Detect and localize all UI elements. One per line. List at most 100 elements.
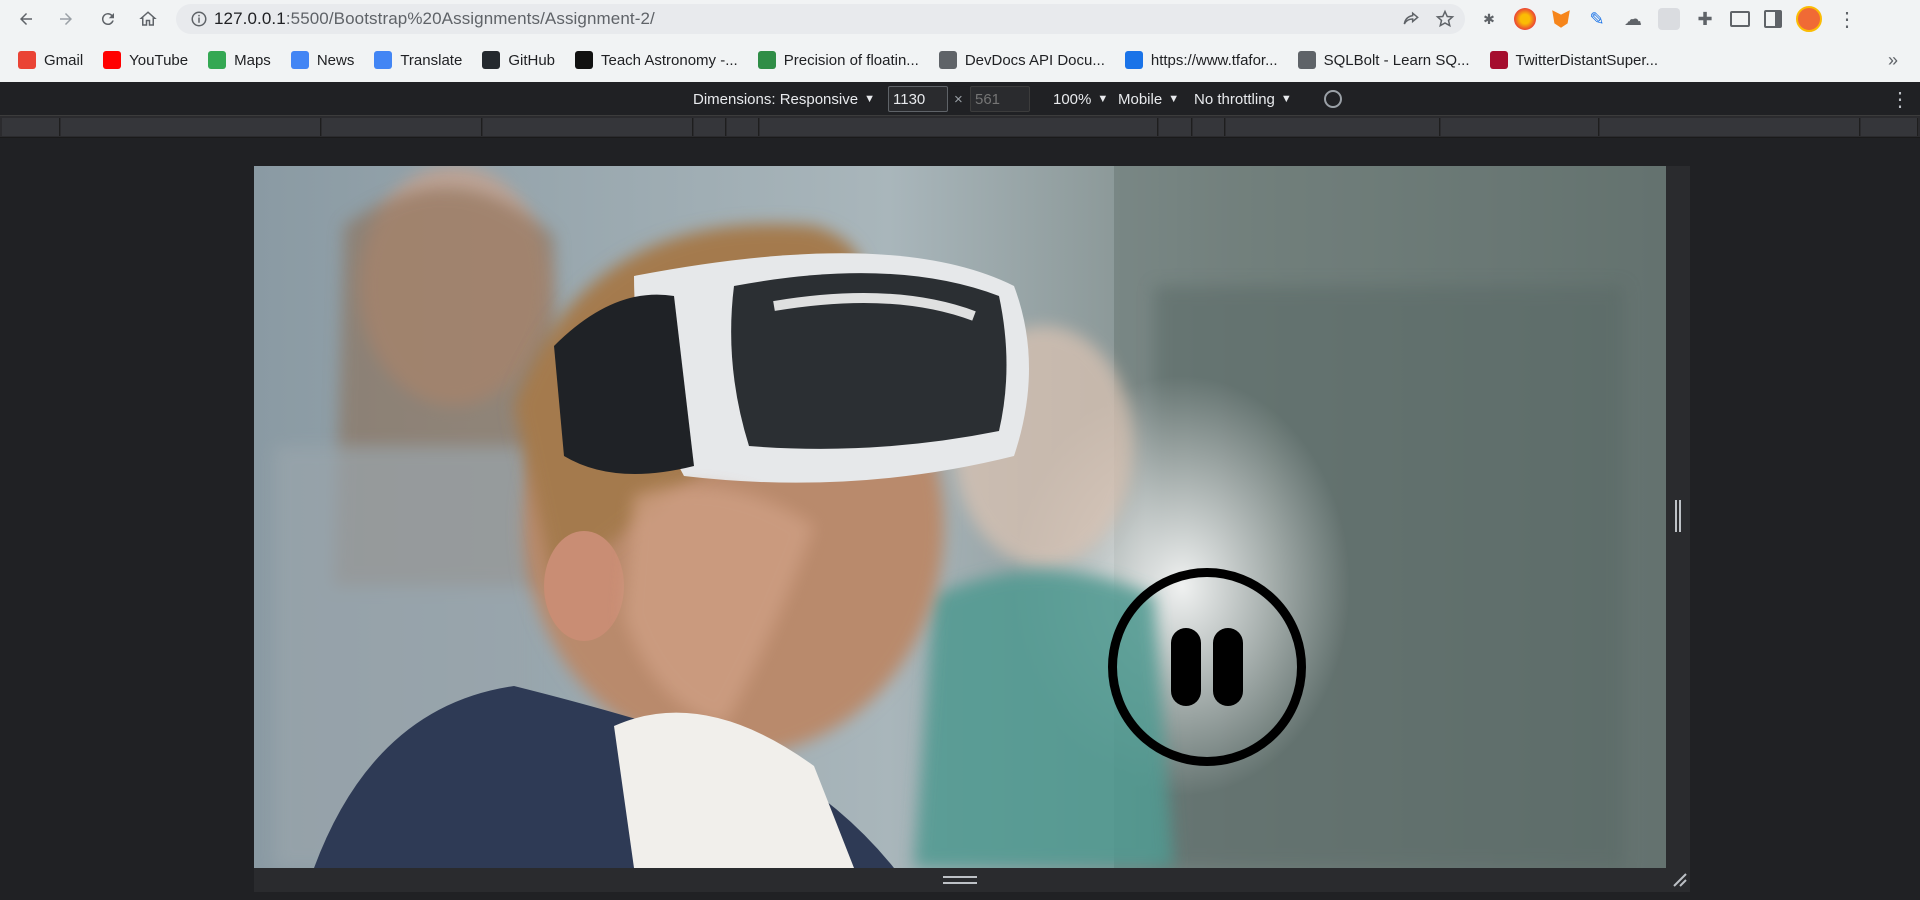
bookmark-item[interactable]: SQLBolt - Learn SQ... xyxy=(1297,51,1470,69)
colorful-extension-icon[interactable] xyxy=(1514,8,1536,30)
bookmark-label: SQLBolt - Learn SQ... xyxy=(1323,51,1470,69)
geeksforgeeks-icon xyxy=(757,51,776,69)
devdocs-icon xyxy=(938,51,957,69)
profile-avatar[interactable] xyxy=(1796,6,1822,32)
bookmark-item[interactable]: Teach Astronomy -... xyxy=(575,51,738,69)
youtube-icon xyxy=(103,51,122,69)
ruler-segment[interactable] xyxy=(760,118,1158,136)
ruler-segment[interactable] xyxy=(483,118,693,136)
puzzle-extensions-icon[interactable]: ✚ xyxy=(1694,8,1716,30)
bookmarks-overflow-icon[interactable]: » xyxy=(1888,50,1898,71)
rotate-button[interactable] xyxy=(1324,82,1342,116)
metamask-icon[interactable] xyxy=(1552,10,1570,28)
home-icon xyxy=(139,11,157,26)
bookmark-item[interactable]: DevDocs API Docu... xyxy=(938,51,1105,69)
pause-icon-bar-left xyxy=(1171,628,1201,706)
media-query-ruler xyxy=(0,116,1920,138)
bookmark-label: Translate xyxy=(400,51,463,69)
width-input[interactable] xyxy=(888,86,948,112)
url-host: 127.0.0.1 xyxy=(214,9,286,28)
chrome-menu-icon[interactable]: ⋮ xyxy=(1836,8,1858,31)
github-icon xyxy=(482,51,501,69)
share-icon[interactable] xyxy=(1401,9,1421,29)
maps-icon xyxy=(208,51,227,69)
pen-extension-icon[interactable]: ✎ xyxy=(1586,8,1608,30)
bookmark-item[interactable]: Translate xyxy=(374,51,462,69)
caret-down-icon: ▼ xyxy=(864,93,875,105)
bug-extension-icon[interactable]: ✱ xyxy=(1478,8,1500,30)
bookmark-item[interactable]: GitHub xyxy=(482,51,555,69)
times-symbol: × xyxy=(954,90,963,108)
s-icon xyxy=(1489,51,1508,69)
pause-button[interactable] xyxy=(1108,568,1306,766)
bookmark-label: News xyxy=(316,51,355,69)
device-type-dropdown[interactable]: Mobile ▼ xyxy=(1118,82,1179,116)
caret-down-icon: ▼ xyxy=(1097,93,1109,105)
reload-icon xyxy=(101,13,114,26)
resize-corner-icon[interactable] xyxy=(1672,872,1688,888)
address-bar[interactable]: 127.0.0.1:5500/Bootstrap%20Assignments/A… xyxy=(176,4,1465,34)
bookmark-item[interactable]: News xyxy=(290,51,355,69)
caret-down-icon: ▼ xyxy=(1280,93,1292,105)
device-toolbar: Dimensions: Responsive ▼ × 100% ▼ Mobile… xyxy=(0,82,1920,116)
bookmark-item[interactable]: Precision of floatin... xyxy=(757,51,919,69)
ruler-segment[interactable] xyxy=(322,118,482,136)
resize-handle-right[interactable] xyxy=(1675,500,1681,532)
bookmark-label: Gmail xyxy=(44,51,84,69)
bookmark-label: GitHub xyxy=(508,51,555,69)
bookmark-item[interactable]: TwitterDistantSuper... xyxy=(1489,51,1659,69)
url-path: :5500/Bootstrap%20Assignments/Assignment… xyxy=(285,9,655,28)
site-info-icon[interactable] xyxy=(184,10,214,28)
zoom-label: 100% xyxy=(1053,90,1092,108)
cloud-extension-icon[interactable]: ☁ xyxy=(1622,8,1644,30)
throttling-label: No throttling xyxy=(1194,90,1275,108)
grey-extension-icon[interactable] xyxy=(1658,8,1680,30)
height-input[interactable] xyxy=(970,86,1030,112)
device-type-label: Mobile xyxy=(1118,90,1163,108)
cast-icon[interactable] xyxy=(1730,11,1750,27)
dimensions-dropdown[interactable]: Dimensions: Responsive ▼ xyxy=(693,82,875,116)
forward-button[interactable] xyxy=(48,1,84,37)
ruler-segment[interactable] xyxy=(2,118,60,136)
bookmarks-bar: Gmail YouTube Maps News Translate GitHub Teach… xyxy=(0,38,1920,82)
dimensions-label: Dimensions: Responsive xyxy=(693,90,859,108)
back-arrow-icon xyxy=(20,13,32,25)
throttling-dropdown[interactable]: No throttling ▼ xyxy=(1194,82,1292,116)
browser-toolbar: 127.0.0.1:5500/Bootstrap%20Assignments/A… xyxy=(0,0,1920,38)
translate-icon xyxy=(374,51,393,69)
gmail-icon xyxy=(18,51,36,69)
caret-down-icon: ▼ xyxy=(1168,93,1180,105)
tfa-icon xyxy=(1124,51,1143,69)
ruler-segment[interactable] xyxy=(1441,118,1599,136)
ruler-segment[interactable] xyxy=(1226,118,1440,136)
bookmark-label: https://www.tfafor... xyxy=(1150,51,1278,69)
extensions-area: ✱ ✎ ☁ ✚ ⋮ xyxy=(1478,4,1858,34)
ruler-segment[interactable] xyxy=(1159,118,1192,136)
bookmark-label: Teach Astronomy -... xyxy=(601,51,738,69)
pause-icon-bar-right xyxy=(1213,628,1243,706)
bookmark-item[interactable]: Maps xyxy=(208,51,271,69)
background-video[interactable] xyxy=(254,166,1666,868)
zoom-dropdown[interactable]: 100% ▼ xyxy=(1053,82,1108,116)
bookmark-label: YouTube xyxy=(129,51,189,69)
back-button[interactable] xyxy=(8,1,44,37)
ruler-segment[interactable] xyxy=(1193,118,1225,136)
ruler-segment[interactable] xyxy=(61,118,321,136)
ruler-segment[interactable] xyxy=(1600,118,1860,136)
ruler-segment[interactable] xyxy=(1861,118,1918,136)
resize-handle-bottom[interactable] xyxy=(943,876,977,884)
url-text[interactable]: 127.0.0.1:5500/Bootstrap%20Assignments/A… xyxy=(214,9,655,29)
sqlbolt-icon xyxy=(1297,51,1316,69)
bookmark-label: Maps xyxy=(234,51,271,69)
bookmark-item[interactable]: YouTube xyxy=(103,51,188,69)
devtools-more-icon[interactable]: ⋮ xyxy=(1890,82,1910,116)
bookmark-item[interactable]: Gmail xyxy=(18,51,83,69)
home-button[interactable] xyxy=(130,1,166,37)
side-panel-icon[interactable] xyxy=(1764,10,1782,28)
reload-button[interactable] xyxy=(90,1,126,37)
ruler-segment[interactable] xyxy=(727,118,759,136)
bookmark-star-icon[interactable] xyxy=(1435,9,1455,29)
bookmark-label: TwitterDistantSuper... xyxy=(1515,51,1659,69)
bookmark-item[interactable]: https://www.tfafor... xyxy=(1124,51,1278,69)
ruler-segment[interactable] xyxy=(694,118,726,136)
